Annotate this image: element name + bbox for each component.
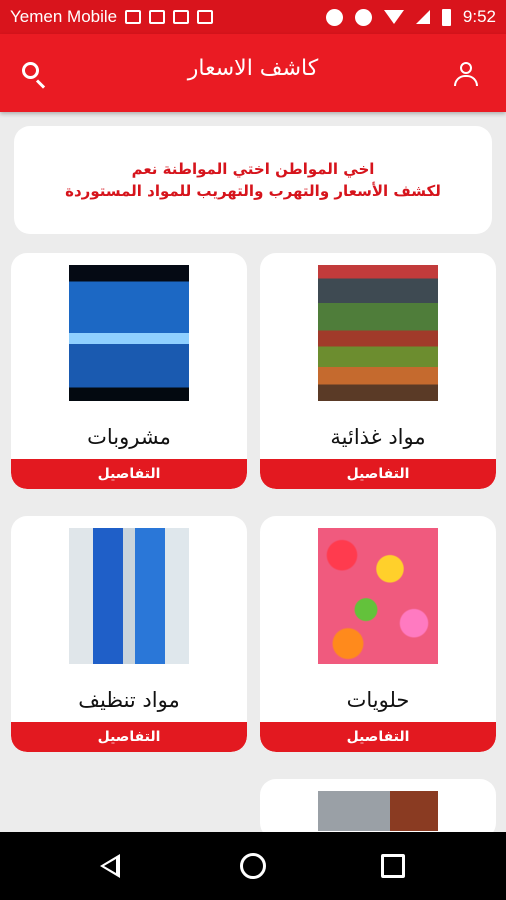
- system-nav-bar: [0, 832, 506, 900]
- app-bar: كاشف الاسعار: [0, 34, 506, 112]
- carrier-name: Yemen Mobile: [10, 7, 118, 26]
- notification-icons: [125, 10, 214, 24]
- food-image: [318, 265, 438, 401]
- category-title: مشروبات: [87, 425, 171, 449]
- category-title: مواد غذائية: [330, 425, 426, 449]
- cleaning-image: [69, 528, 189, 664]
- wifi-icon: [383, 10, 404, 24]
- details-button[interactable]: التفاصيل: [260, 459, 496, 489]
- user-icon[interactable]: [452, 60, 482, 90]
- recent-apps-icon[interactable]: [381, 854, 405, 878]
- battery-icon: [441, 8, 451, 26]
- details-button[interactable]: التفاصيل: [260, 722, 496, 752]
- sim-icon: [173, 10, 190, 24]
- banner-line-1: اخي المواطن اختي المواطنة نعم: [131, 160, 375, 178]
- details-button[interactable]: التفاصيل: [11, 459, 247, 489]
- category-title: حلويات: [346, 688, 410, 712]
- alarm-icon: [354, 8, 372, 26]
- category-card-sweets[interactable]: حلويات التفاصيل: [260, 516, 496, 752]
- drinks-image: [69, 265, 189, 401]
- status-bar: Yemen Mobile 9:52: [0, 0, 506, 34]
- signal-icon: [415, 10, 430, 24]
- notification-icon: [125, 10, 142, 24]
- details-button[interactable]: التفاصيل: [11, 722, 247, 752]
- category-card-cleaning[interactable]: مواد تنظيف التفاصيل: [11, 516, 247, 752]
- info-banner: اخي المواطن اختي المواطنة نعم لكشف الأسع…: [14, 126, 492, 234]
- gallery-icon: [197, 10, 214, 24]
- image-icon: [149, 10, 166, 24]
- category-card-partial[interactable]: [260, 779, 496, 839]
- category-image: [318, 791, 438, 831]
- home-icon[interactable]: [240, 853, 266, 879]
- status-time: 9:52: [462, 7, 496, 26]
- sweets-image: [318, 528, 438, 664]
- dnd-icon: [325, 8, 343, 26]
- category-card-drinks[interactable]: مشروبات التفاصيل: [11, 253, 247, 489]
- category-card-food[interactable]: مواد غذائية التفاصيل: [260, 253, 496, 489]
- app-title: كاشف الاسعار: [187, 56, 319, 81]
- category-title: مواد تنظيف: [78, 688, 180, 712]
- banner-line-2: لكشف الأسعار والتهرب والتهريب للمواد الم…: [65, 182, 441, 200]
